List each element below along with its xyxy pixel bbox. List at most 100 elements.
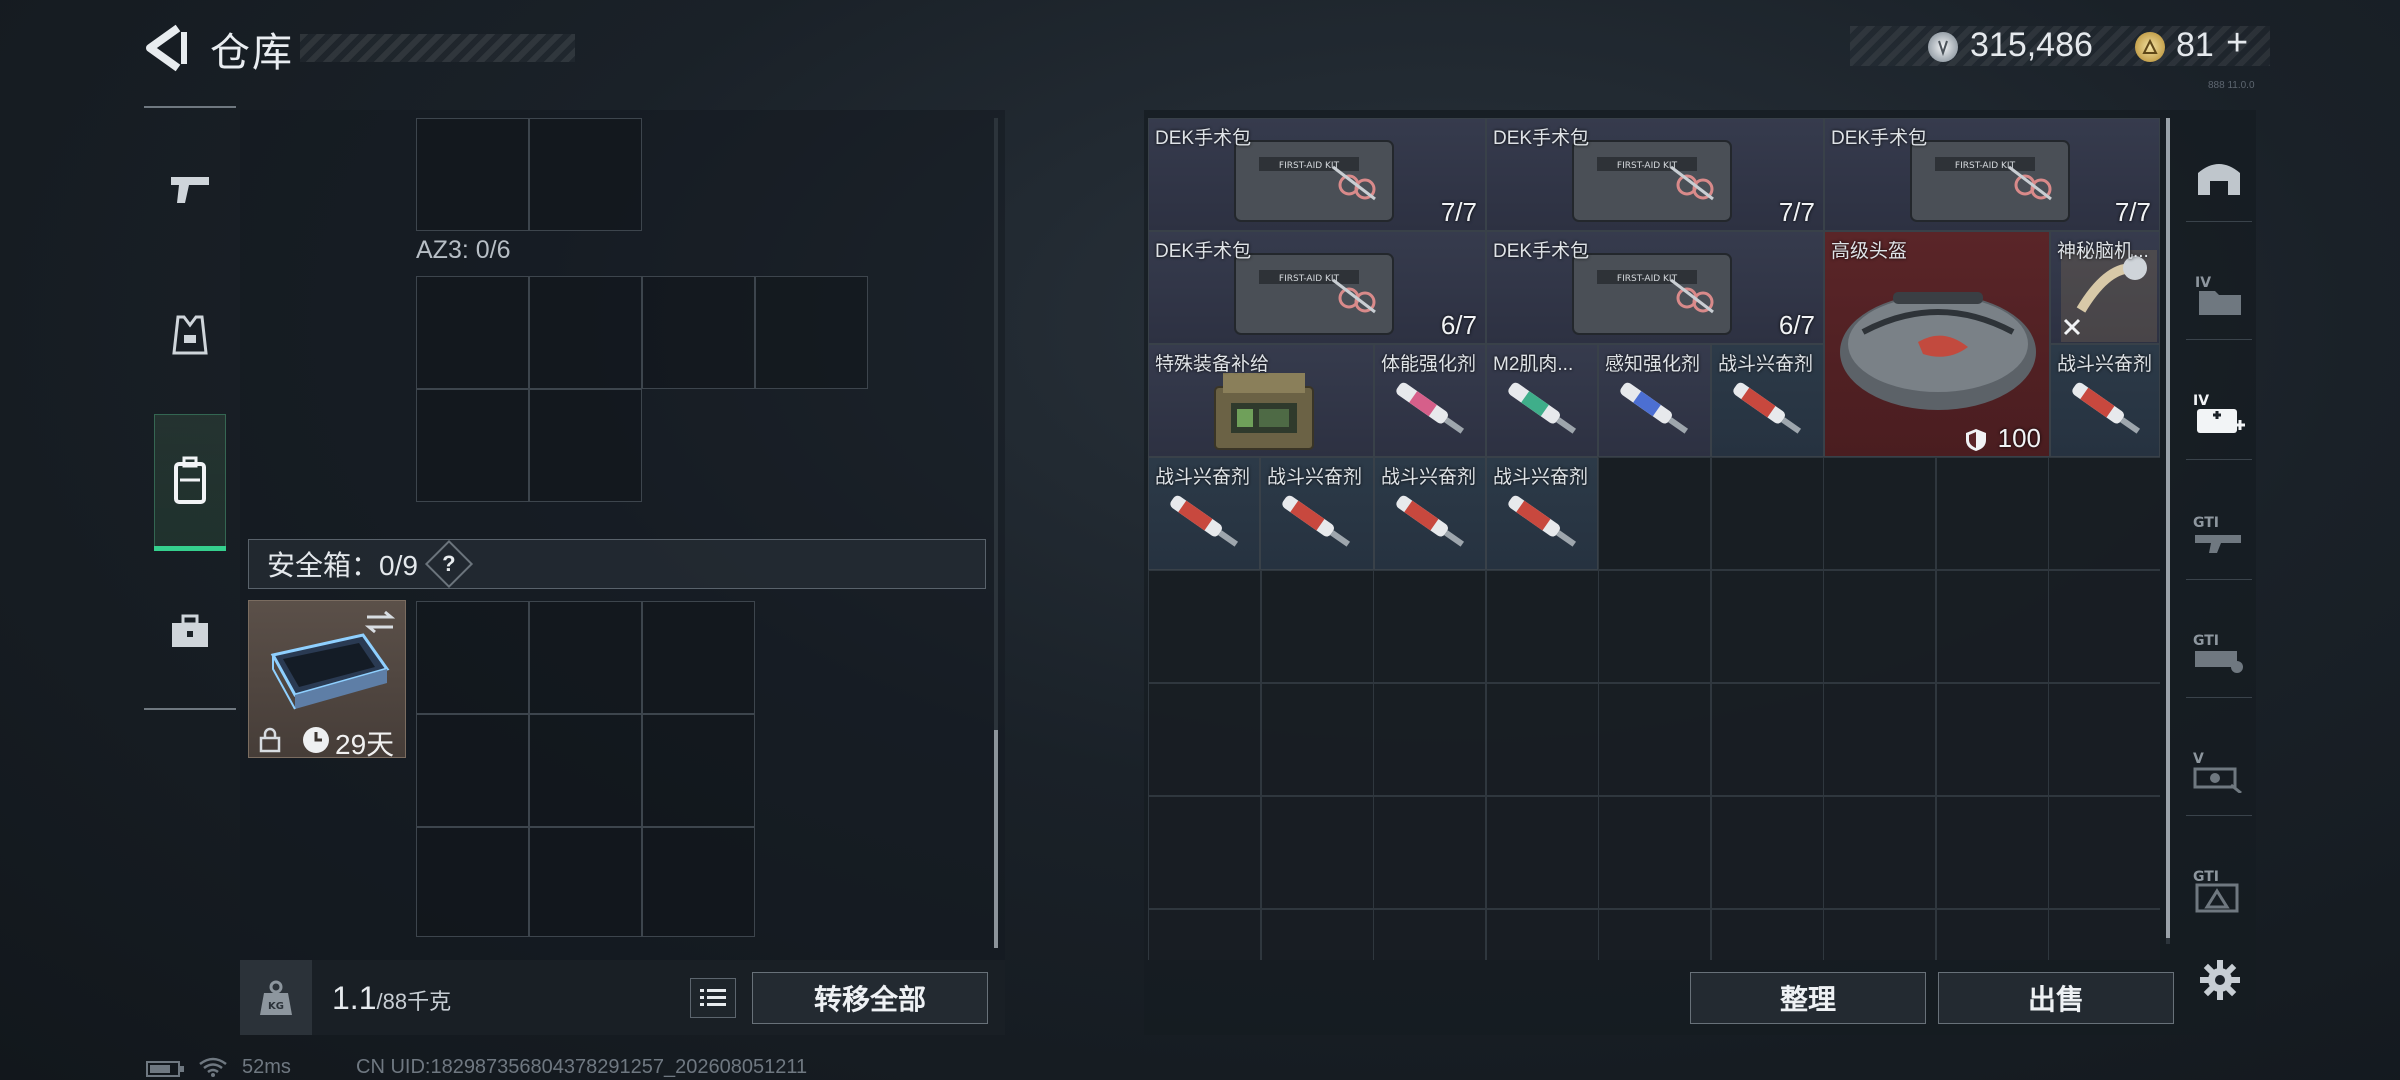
safe-box-slot[interactable] xyxy=(642,827,755,937)
warehouse-slot[interactable] xyxy=(1148,909,1261,960)
warehouse-slot[interactable] xyxy=(2048,457,2160,570)
warehouse-slot[interactable] xyxy=(1935,570,2049,683)
inventory-item-combat-stim[interactable]: 战斗兴奋剂 xyxy=(1374,457,1486,570)
backpack-slot[interactable] xyxy=(416,118,529,231)
safe-box-slot[interactable] xyxy=(642,714,755,827)
safe-box-slot[interactable] xyxy=(416,601,529,714)
rail-item-gti-attachment[interactable]: GTI xyxy=(2186,608,2252,698)
warehouse-slot[interactable] xyxy=(1373,796,1486,909)
inventory-item-combat-stim[interactable]: 战斗兴奋剂 xyxy=(1711,344,1824,457)
warehouse-slot[interactable] xyxy=(1823,909,1936,960)
warehouse-slot[interactable] xyxy=(1710,909,1824,960)
warehouse-slot[interactable] xyxy=(1710,796,1824,909)
warehouse-slot[interactable] xyxy=(1260,796,1374,909)
inventory-item-combat-stim[interactable]: 战斗兴奋剂 xyxy=(1148,457,1260,570)
safe-box-slot[interactable] xyxy=(529,714,642,827)
left-scroll-thumb[interactable] xyxy=(994,730,998,948)
safe-box-slot[interactable] xyxy=(529,601,642,714)
warehouse-slot[interactable] xyxy=(1710,683,1824,796)
warehouse-slot[interactable] xyxy=(1710,457,1824,570)
safe-box-slot[interactable] xyxy=(416,827,529,937)
safe-box-item[interactable]: 29天 xyxy=(248,600,406,760)
rail-item-gti-weapon[interactable]: GTI xyxy=(2186,490,2252,580)
warehouse-slot[interactable] xyxy=(1935,909,2049,960)
rail-item-armor[interactable] xyxy=(154,290,226,380)
help-button[interactable]: ? xyxy=(424,539,473,589)
inventory-item-dek-kit[interactable]: FIRST-AID KIT DEK手术包 6/7 xyxy=(1148,231,1486,344)
transfer-all-button[interactable]: 转移全部 xyxy=(752,972,988,1024)
inventory-item-special-supply[interactable]: 特殊装备补给 xyxy=(1148,344,1374,457)
rail-item-v-gear[interactable]: V xyxy=(2186,726,2252,816)
inventory-item-combat-stim[interactable]: 战斗兴奋剂 xyxy=(1260,457,1374,570)
warehouse-slot[interactable] xyxy=(2048,570,2160,683)
warehouse-slot[interactable] xyxy=(1823,570,1936,683)
rail-item-iv-folder[interactable]: IV xyxy=(2186,250,2252,340)
warehouse-slot[interactable] xyxy=(2048,683,2160,796)
warehouse-slot[interactable] xyxy=(1823,683,1936,796)
sell-button[interactable]: 出售 xyxy=(1938,972,2174,1024)
warehouse-slot[interactable] xyxy=(1823,796,1936,909)
warehouse-slot[interactable] xyxy=(1260,570,1374,683)
warehouse-slot[interactable] xyxy=(1148,683,1261,796)
warehouse-slot[interactable] xyxy=(1935,683,2049,796)
safe-box-slot[interactable] xyxy=(529,827,642,937)
inventory-item-stimulant[interactable]: M2肌肉... xyxy=(1486,344,1598,457)
warehouse-slot[interactable] xyxy=(1373,909,1486,960)
warehouse-slot[interactable] xyxy=(1373,570,1486,683)
durability-shield-icon xyxy=(1966,429,1986,451)
warehouse-slot[interactable] xyxy=(2048,796,2160,909)
rail-item-storage[interactable] xyxy=(2186,132,2252,222)
az3-slot[interactable] xyxy=(529,389,642,502)
sort-button[interactable]: 整理 xyxy=(1690,972,1926,1024)
az3-slot[interactable] xyxy=(416,276,529,389)
rail-item-weapons[interactable] xyxy=(154,144,226,234)
rail-item-iv-medical[interactable]: IV xyxy=(2186,370,2252,460)
back-button[interactable] xyxy=(140,22,192,74)
warehouse-slot[interactable] xyxy=(1710,570,1824,683)
warehouse-slot[interactable] xyxy=(1485,796,1599,909)
az3-slot[interactable] xyxy=(755,276,868,389)
warehouse-slot[interactable] xyxy=(1260,683,1374,796)
warehouse-slot[interactable] xyxy=(2048,909,2160,960)
rail-item-backpack[interactable] xyxy=(154,414,226,548)
backpack-slot[interactable] xyxy=(529,118,642,231)
inventory-item-combat-stim[interactable]: 战斗兴奋剂 xyxy=(1486,457,1598,570)
warehouse-slot[interactable] xyxy=(1598,570,1711,683)
inventory-item-helmet[interactable]: 高级头盔 100 xyxy=(1824,231,2050,457)
inventory-item-combat-stim[interactable]: 战斗兴奋剂 xyxy=(2050,344,2160,457)
title-decoration xyxy=(300,34,575,62)
warehouse-slot[interactable] xyxy=(1935,796,2049,909)
warehouse-slot[interactable] xyxy=(1598,796,1711,909)
az3-slot[interactable] xyxy=(529,276,642,389)
az3-slot[interactable] xyxy=(642,276,755,389)
list-view-button[interactable] xyxy=(690,978,736,1018)
inventory-item-dek-kit[interactable]: FIRST-AID KIT DEK手术包 7/7 xyxy=(1148,118,1486,231)
safe-box-slot[interactable] xyxy=(642,601,755,714)
inventory-item-stimulant[interactable]: 感知强化剂 xyxy=(1598,344,1711,457)
right-scroll-thumb[interactable] xyxy=(2166,118,2170,938)
warehouse-slot[interactable] xyxy=(1823,457,1936,570)
inventory-item-brain-chip[interactable]: 神秘脑机... xyxy=(2050,231,2160,344)
settings-button[interactable] xyxy=(2190,950,2250,1010)
item-count: 7/7 xyxy=(1778,197,1815,227)
warehouse-slot[interactable] xyxy=(1260,909,1374,960)
warehouse-slot[interactable] xyxy=(1935,457,2049,570)
warehouse-slot[interactable] xyxy=(1148,570,1261,683)
warehouse-slot[interactable] xyxy=(1598,683,1711,796)
inventory-item-dek-kit[interactable]: FIRST-AID KIT DEK手术包 7/7 xyxy=(1824,118,2160,231)
warehouse-slot[interactable] xyxy=(1598,909,1711,960)
warehouse-slot[interactable] xyxy=(1598,457,1711,570)
warehouse-slot[interactable] xyxy=(1373,683,1486,796)
rail-item-case[interactable] xyxy=(154,586,226,676)
inventory-item-dek-kit[interactable]: FIRST-AID KIT DEK手术包 7/7 xyxy=(1486,118,1824,231)
rail-item-gti-misc[interactable]: GTI xyxy=(2186,846,2252,936)
warehouse-slot[interactable] xyxy=(1148,796,1261,909)
add-currency-button[interactable]: + xyxy=(2226,22,2248,65)
az3-slot[interactable] xyxy=(416,389,529,502)
inventory-item-dek-kit[interactable]: FIRST-AID KIT DEK手术包 6/7 xyxy=(1486,231,1824,344)
safe-box-slot[interactable] xyxy=(416,714,529,827)
warehouse-slot[interactable] xyxy=(1485,909,1599,960)
warehouse-slot[interactable] xyxy=(1485,683,1599,796)
warehouse-slot[interactable] xyxy=(1485,570,1599,683)
inventory-item-stimulant[interactable]: 体能强化剂 xyxy=(1374,344,1486,457)
